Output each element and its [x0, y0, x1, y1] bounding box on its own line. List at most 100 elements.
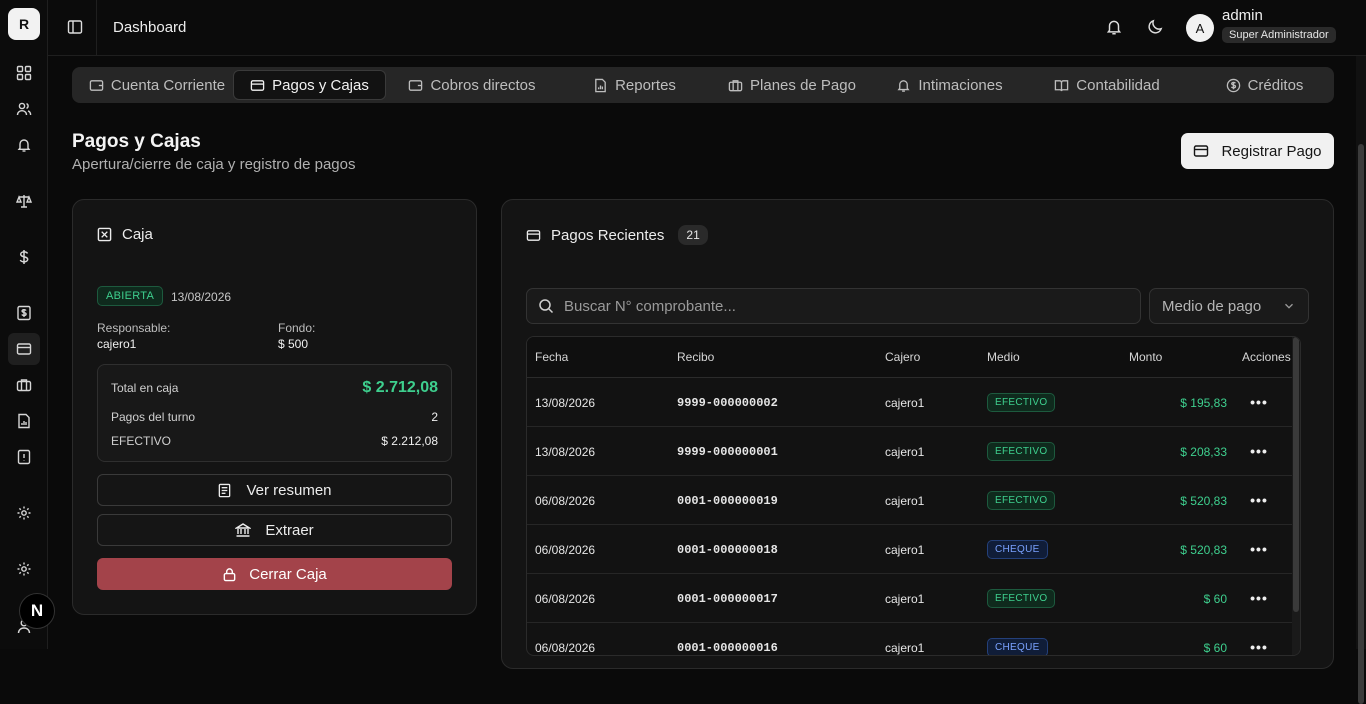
table-scrollbar[interactable]: [1292, 337, 1300, 656]
pagos-recientes-title: Pagos Recientes 21: [526, 225, 708, 245]
page-scroll-thumb[interactable]: [1358, 144, 1364, 704]
dashboard-grid-icon[interactable]: [8, 57, 40, 89]
extraer-button[interactable]: Extraer: [97, 514, 452, 546]
settings-icon[interactable]: [8, 497, 40, 529]
tab-pagos-y-cajas[interactable]: Pagos y Cajas: [233, 70, 386, 100]
dev-tools-badge[interactable]: N: [19, 593, 55, 629]
medio-badge: EFECTIVO: [987, 491, 1055, 510]
alert-document-icon[interactable]: [8, 441, 40, 473]
table-row[interactable]: 06/08/2026 0001-000000016 cajero1 CHEQUE…: [527, 623, 1300, 656]
tab-planes-de-pago[interactable]: Planes de Pago: [717, 70, 867, 100]
cell-monto: $ 195,83: [1147, 396, 1227, 410]
cerrar-caja-button[interactable]: Cerrar Caja: [97, 558, 452, 590]
page-title: Pagos y Cajas: [72, 131, 201, 153]
cerrar-caja-label: Cerrar Caja: [249, 566, 327, 583]
medio-badge: EFECTIVO: [987, 442, 1055, 461]
sidebar: R N: [0, 0, 48, 649]
app-logo[interactable]: R: [8, 8, 40, 40]
caja-title: Caja: [97, 226, 153, 243]
bell-icon[interactable]: [8, 129, 40, 161]
medio-de-pago-value: Medio de pago: [1162, 298, 1261, 315]
cell-monto: $ 60: [1147, 592, 1227, 606]
document-icon: [217, 483, 232, 498]
tab-label: Planes de Pago: [750, 77, 856, 94]
user-name: admin: [1222, 7, 1263, 24]
credit-card-icon: [526, 228, 541, 243]
status-badge: ABIERTA: [97, 286, 163, 306]
settings-icon[interactable]: [8, 553, 40, 585]
cell-cajero: cajero1: [885, 445, 924, 459]
tab-label: Contabilidad: [1076, 77, 1159, 94]
topbar: Dashboard A admin Super Administrador: [48, 0, 1366, 56]
col-medio[interactable]: Medio: [987, 350, 1020, 364]
ver-resumen-button[interactable]: Ver resumen: [97, 474, 452, 506]
report-icon[interactable]: [8, 405, 40, 437]
tab-cobros-directos[interactable]: Cobros directos: [397, 70, 547, 100]
row-actions-menu-icon[interactable]: •••: [1249, 539, 1269, 559]
pagos-recientes-text: Pagos Recientes: [551, 227, 664, 244]
credit-card-icon[interactable]: [8, 333, 40, 365]
table-row[interactable]: 06/08/2026 0001-000000018 cajero1 CHEQUE…: [527, 525, 1300, 574]
role-badge: Super Administrador: [1222, 27, 1336, 43]
table-row[interactable]: 06/08/2026 0001-000000017 cajero1 EFECTI…: [527, 574, 1300, 623]
table-scroll-thumb[interactable]: [1293, 337, 1299, 612]
fondo-value: $ 500: [278, 337, 308, 351]
row-actions-menu-icon[interactable]: •••: [1249, 441, 1269, 461]
row-actions-menu-icon[interactable]: •••: [1249, 588, 1269, 608]
cell-monto: $ 520,83: [1147, 543, 1227, 557]
efectivo-label: EFECTIVO: [111, 434, 171, 448]
tab-cuenta-corriente[interactable]: Cuenta Corriente: [82, 70, 232, 100]
avatar[interactable]: A: [1186, 14, 1214, 42]
responsable-value: cajero1: [97, 337, 136, 351]
notifications-bell-icon[interactable]: [1105, 18, 1123, 36]
medio-de-pago-select[interactable]: Medio de pago: [1149, 288, 1309, 324]
briefcase-icon[interactable]: [8, 369, 40, 401]
col-acciones: Acciones: [1242, 350, 1291, 364]
register-payment-label: Registrar Pago: [1221, 143, 1321, 160]
row-actions-menu-icon[interactable]: •••: [1249, 490, 1269, 510]
tab-label: Intimaciones: [918, 77, 1002, 94]
cell-recibo: 0001-000000016: [677, 641, 778, 655]
register-payment-button[interactable]: Registrar Pago: [1181, 133, 1334, 169]
table-row[interactable]: 13/08/2026 9999-000000001 cajero1 EFECTI…: [527, 427, 1300, 476]
cell-recibo: 9999-000000002: [677, 396, 778, 410]
col-recibo[interactable]: Recibo: [677, 350, 714, 364]
topbar-divider: [96, 0, 97, 56]
col-fecha[interactable]: Fecha: [535, 350, 568, 364]
page-scrollbar[interactable]: [1356, 56, 1366, 649]
dollar-icon[interactable]: [8, 241, 40, 273]
sidebar-toggle-icon[interactable]: [64, 16, 86, 38]
total-label: Total en caja: [111, 381, 178, 395]
row-actions-menu-icon[interactable]: •••: [1249, 637, 1269, 656]
chevron-down-icon: [1282, 299, 1296, 313]
theme-moon-icon[interactable]: [1146, 18, 1164, 36]
tab-creditos[interactable]: Créditos: [1192, 70, 1337, 100]
search-input[interactable]: Buscar N° comprobante...: [526, 288, 1141, 324]
caja-title-text: Caja: [122, 226, 153, 243]
col-monto[interactable]: Monto: [1129, 350, 1162, 364]
users-icon[interactable]: [8, 93, 40, 125]
count-badge: 21: [678, 225, 707, 245]
cell-fecha: 06/08/2026: [535, 543, 595, 557]
credit-card-icon: [1193, 143, 1209, 159]
medio-badge: EFECTIVO: [987, 589, 1055, 608]
caja-date: 13/08/2026: [171, 290, 231, 304]
col-cajero[interactable]: Cajero: [885, 350, 920, 364]
tab-reportes[interactable]: Reportes: [562, 70, 707, 100]
credit-card-icon: [250, 78, 265, 93]
cell-fecha: 06/08/2026: [535, 592, 595, 606]
table-row[interactable]: 06/08/2026 0001-000000019 cajero1 EFECTI…: [527, 476, 1300, 525]
breadcrumb[interactable]: Dashboard: [113, 19, 186, 36]
table-row[interactable]: 13/08/2026 9999-000000002 cajero1 EFECTI…: [527, 378, 1300, 427]
scale-icon[interactable]: [8, 185, 40, 217]
book-icon: [1054, 78, 1069, 93]
cell-cajero: cajero1: [885, 543, 924, 557]
briefcase-icon: [728, 78, 743, 93]
tab-intimaciones[interactable]: Intimaciones: [877, 70, 1022, 100]
dollar-square-icon[interactable]: [8, 297, 40, 329]
lock-icon: [222, 567, 237, 582]
dollar-circle-icon: [1226, 78, 1241, 93]
row-actions-menu-icon[interactable]: •••: [1249, 392, 1269, 412]
medio-badge: EFECTIVO: [987, 393, 1055, 412]
tab-contabilidad[interactable]: Contabilidad: [1032, 70, 1182, 100]
